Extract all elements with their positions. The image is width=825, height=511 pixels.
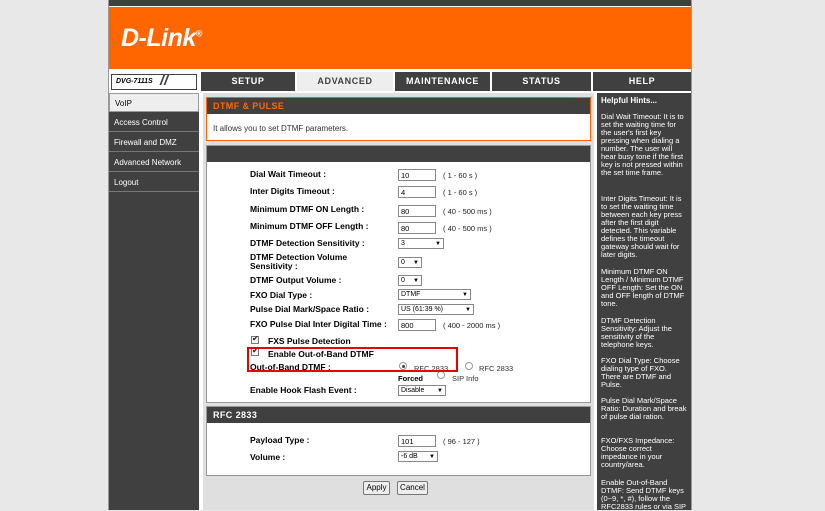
min-off-label: Minimum DTMF OFF Length : [250, 221, 369, 231]
settings-title-bar [207, 146, 590, 162]
tab-setup[interactable]: SETUP [201, 72, 295, 91]
chevron-down-icon: ▼ [413, 278, 419, 284]
tab-maintenance[interactable]: MAINTENANCE [395, 72, 490, 91]
dtmf-header-box: DTMF & PULSE It allows you to set DTMF p… [206, 97, 591, 141]
oob-radio-sipinfo[interactable] [437, 371, 445, 379]
highlight-box [247, 347, 458, 372]
dlink-logo: D-Link® [121, 24, 202, 52]
det-volume-select[interactable]: 0 ▼ [398, 257, 422, 268]
help-impedance: FXO/FXS Impedance: Choose correct impeda… [601, 436, 675, 469]
sensitivity-select[interactable]: 3 ▼ [398, 238, 444, 249]
help-title: Helpful Hints... [601, 96, 657, 105]
tab-help[interactable]: HELP [593, 72, 691, 91]
help-pulse-ratio: Pulse Dial Mark/Space Ratio: Duration an… [601, 396, 687, 421]
help-dtmf-length: Minimum DTMF ON Length / Minimum DTMF OF… [601, 267, 685, 308]
cancel-button[interactable]: Cancel [397, 481, 428, 495]
payload-label: Payload Type : [250, 435, 310, 445]
sidebar-item-voip[interactable]: VoIP [109, 93, 199, 112]
header-banner: D-Link® [109, 7, 691, 69]
tab-advanced[interactable]: ADVANCED [297, 72, 393, 91]
dial-wait-input[interactable]: 10 [398, 169, 436, 181]
nav-row: DVG-7111S // SETUP ADVANCED MAINTENANCE … [109, 72, 691, 91]
model-badge: DVG-7111S // [111, 72, 197, 90]
fxo-dial-type-select[interactable]: DTMF ▼ [398, 289, 471, 300]
sensitivity-label: DTMF Detection Sensitivity : [250, 238, 365, 248]
model-label: DVG-7111S [116, 78, 153, 85]
top-bar [109, 0, 691, 6]
det-volume-label: DTMF Detection Volume Sensitivity : [250, 252, 348, 271]
fxs-pulse-label: FXS Pulse Detection [268, 336, 351, 346]
hook-flash-label: Enable Hook Flash Event : [250, 385, 357, 395]
slash-decoration: // [160, 72, 169, 89]
min-off-hint: ( 40 - 500 ms ) [443, 224, 492, 233]
dial-wait-hint: ( 1 - 60 s ) [443, 171, 478, 180]
out-volume-select[interactable]: 0 ▼ [398, 275, 422, 286]
pulse-inter-hint: ( 400 - 2000 ms ) [443, 321, 501, 330]
help-inter-digits: Inter Digits Timeout: It is to set the w… [601, 194, 682, 259]
inter-digits-label: Inter Digits Timeout : [250, 186, 335, 196]
fxo-dial-type-label: FXO Dial Type : [250, 290, 313, 300]
help-dial-wait: Dial Wait Timeout: It is to set the wait… [601, 112, 684, 177]
sidebar-item-access-control[interactable]: Access Control [109, 113, 199, 132]
pulse-inter-input[interactable]: 800 [398, 319, 436, 331]
router-page: D-Link® DVG-7111S // SETUP ADVANCED MAIN… [108, 0, 692, 511]
dial-wait-label: Dial Wait Timeout : [250, 169, 327, 179]
inter-digits-hint: ( 1 - 60 s ) [443, 188, 478, 197]
chevron-down-icon: ▼ [465, 307, 471, 313]
min-on-label: Minimum DTMF ON Length : [250, 204, 365, 214]
help-fxo-dial: FXO Dial Type: Choose dialing type of FX… [601, 356, 680, 389]
pulse-ratio-select[interactable]: US (61:39 %) ▼ [398, 304, 474, 315]
checkmark-icon: ✔ [252, 334, 259, 343]
fxs-pulse-checkbox[interactable]: ✔ [251, 334, 259, 344]
sidebar: VoIP Access Control Firewall and DMZ Adv… [109, 93, 199, 510]
help-oob: Enable Out-of-Band DTMF: Send DTMF keys … [601, 478, 687, 511]
min-on-hint: ( 40 - 500 ms ) [443, 207, 492, 216]
payload-hint: ( 96 - 127 ) [443, 437, 480, 446]
volume-label: Volume : [250, 452, 286, 462]
tab-status[interactable]: STATUS [492, 72, 591, 91]
apply-button[interactable]: Apply [363, 481, 390, 495]
chevron-down-icon: ▼ [437, 388, 443, 394]
sidebar-item-logout[interactable]: Logout [109, 173, 199, 192]
out-volume-label: DTMF Output Volume : [250, 275, 342, 285]
pulse-ratio-label: Pulse Dial Mark/Space Ratio : [250, 304, 370, 314]
rfc2833-title: RFC 2833 [207, 407, 590, 423]
volume-select[interactable]: -6 dB ▼ [398, 451, 438, 462]
chevron-down-icon: ▼ [429, 454, 435, 460]
section-title: DTMF & PULSE [207, 98, 590, 114]
sidebar-item-advanced-network[interactable]: Advanced Network [109, 153, 199, 172]
payload-input[interactable]: 101 [398, 435, 436, 447]
hook-flash-select[interactable]: Disable ▼ [398, 385, 446, 396]
sidebar-item-firewall-dmz[interactable]: Firewall and DMZ [109, 133, 199, 152]
help-panel: Helpful Hints... Dial Wait Timeout: It i… [597, 93, 691, 511]
min-on-input[interactable]: 80 [398, 205, 436, 217]
chevron-down-icon: ▼ [435, 241, 441, 247]
inter-digits-input[interactable]: 4 [398, 186, 436, 198]
help-sensitivity: DTMF Detection Sensitivity: Adjust the s… [601, 316, 672, 349]
oob-radio-rfc2833-sipinfo[interactable] [465, 362, 473, 370]
oob-option-1b: Forced [398, 374, 424, 383]
chevron-down-icon: ▼ [462, 292, 468, 298]
main-content: DTMF & PULSE It allows you to set DTMF p… [203, 93, 594, 510]
chevron-down-icon: ▼ [413, 260, 419, 266]
pulse-inter-label: FXO Pulse Dial Inter Digital Time : [250, 319, 387, 329]
min-off-input[interactable]: 80 [398, 222, 436, 234]
oob-option-2a: RFC 2833 [479, 364, 514, 373]
oob-option-2b: SIP Info [452, 374, 479, 383]
section-description: It allows you to set DTMF parameters. [213, 124, 349, 133]
